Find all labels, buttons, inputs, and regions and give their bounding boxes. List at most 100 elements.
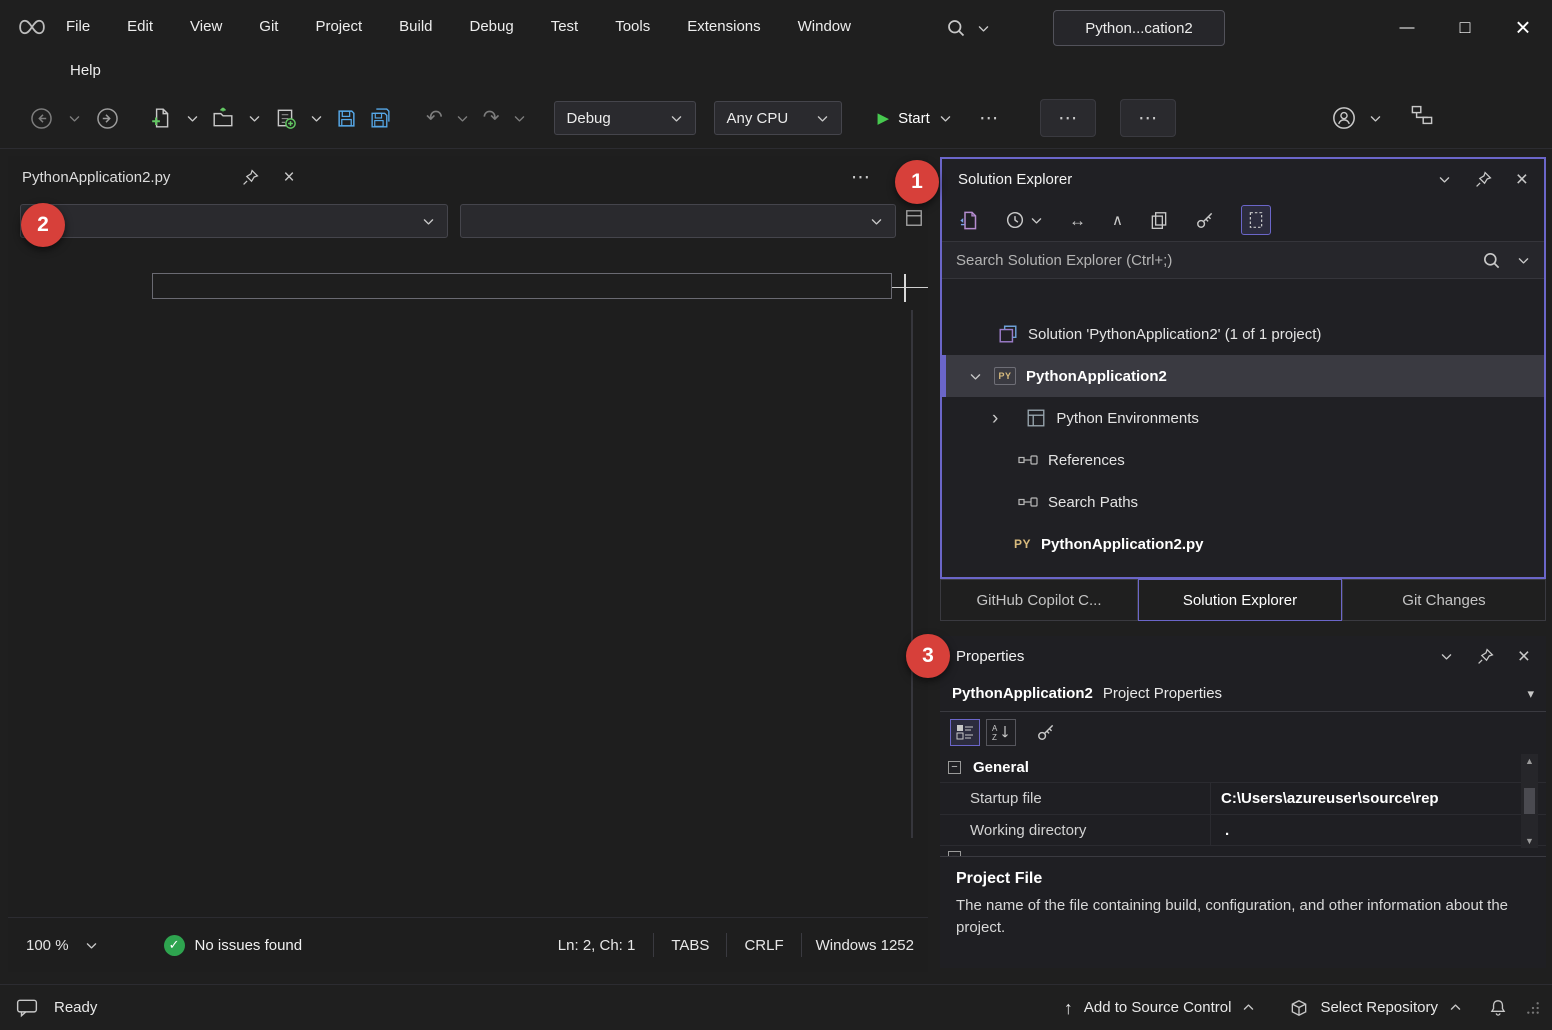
menu-view[interactable]: View — [190, 18, 222, 35]
menu-file[interactable]: File — [66, 18, 90, 35]
sync-with-active-document-icon[interactable] — [958, 210, 979, 231]
menu-help[interactable]: Help — [70, 62, 101, 79]
menu-tools[interactable]: Tools — [615, 18, 650, 35]
undo-button[interactable]: ↶ — [426, 99, 443, 137]
close-panel-icon[interactable]: × — [1516, 169, 1528, 190]
pin-panel-icon[interactable] — [1475, 171, 1492, 188]
solution-configurations-dropdown[interactable]: Debug — [554, 101, 696, 135]
navigate-back-dropdown[interactable] — [66, 99, 82, 137]
menu-extensions[interactable]: Extensions — [687, 18, 760, 35]
menu-test[interactable]: Test — [551, 18, 579, 35]
minimize-button[interactable]: — — [1378, 0, 1436, 54]
panel-options-chevron-icon[interactable] — [1440, 650, 1453, 663]
tab-git-changes[interactable]: Git Changes — [1342, 579, 1546, 621]
navigate-back-button[interactable] — [28, 99, 54, 137]
property-row-working-directory[interactable]: Working directory . — [940, 814, 1546, 846]
maximize-button[interactable]: □ — [1436, 0, 1494, 54]
tree-item-python-environments[interactable]: › Python Environments — [942, 397, 1544, 439]
show-all-files-button[interactable] — [1241, 205, 1271, 235]
collapse-all-icon[interactable]: ∧ — [1112, 213, 1123, 228]
title-search-button[interactable] — [946, 13, 990, 43]
select-repository-button[interactable]: Select Repository — [1289, 998, 1462, 1018]
new-file-button[interactable] — [150, 99, 172, 137]
close-tab-icon[interactable]: × — [283, 168, 294, 187]
resize-grip[interactable] — [1526, 1001, 1540, 1015]
editor-scrollbar[interactable] — [911, 310, 913, 838]
start-debugging-button[interactable]: ▶ Start — [878, 110, 952, 127]
tree-item-references[interactable]: References — [942, 439, 1544, 481]
redo-dropdown[interactable] — [512, 99, 528, 137]
history-filter-button[interactable] — [1005, 210, 1043, 230]
grid-scrollbar[interactable]: ▲ ▼ — [1521, 754, 1538, 848]
tree-item-project[interactable]: PY PythonApplication2 — [942, 355, 1544, 397]
tab-pythonapplication2[interactable]: PythonApplication2.py × — [22, 168, 295, 187]
solution-platforms-dropdown[interactable]: Any CPU — [714, 101, 842, 135]
solution-search-input[interactable] — [956, 252, 1482, 269]
toolbar-group-overflow-2[interactable]: ⋯ — [1120, 99, 1176, 137]
open-file-dropdown[interactable] — [246, 99, 262, 137]
tree-item-search-paths[interactable]: Search Paths — [942, 481, 1544, 523]
categorized-view-button[interactable] — [950, 719, 980, 746]
encoding[interactable]: Windows 1252 — [802, 937, 928, 954]
scrollbar-thumb[interactable] — [1524, 788, 1535, 814]
preview-selected-items-icon[interactable] — [1149, 210, 1169, 230]
feedback-button[interactable]: Ready — [16, 998, 97, 1018]
category-row-general[interactable]: − General — [940, 752, 1546, 782]
property-pages-button[interactable] — [1036, 722, 1056, 742]
document-outline-icon[interactable] — [904, 208, 924, 228]
caret-position[interactable]: Ln: 2, Ch: 1 — [540, 937, 654, 954]
property-value[interactable]: . — [1210, 815, 1546, 845]
issues-indicator[interactable]: ✓ No issues found — [164, 935, 303, 956]
tree-collapsed-chevron-icon[interactable]: › — [992, 409, 998, 428]
search-icon[interactable] — [1482, 251, 1501, 270]
tree-expanded-chevron-icon[interactable] — [969, 370, 982, 383]
line-ending[interactable]: CRLF — [727, 937, 800, 954]
close-panel-icon[interactable]: × — [1518, 646, 1530, 667]
save-all-button[interactable] — [369, 99, 392, 137]
chevron-down-icon[interactable] — [1517, 254, 1530, 267]
close-button[interactable]: × — [1494, 0, 1552, 54]
tree-item-solution[interactable]: Solution 'PythonApplication2' (1 of 1 pr… — [942, 313, 1544, 355]
add-new-item-button[interactable] — [274, 99, 296, 137]
redo-button[interactable]: ↷ — [483, 99, 500, 137]
tree-item-python-file[interactable]: PY PythonApplication2.py — [942, 523, 1544, 565]
save-button[interactable] — [336, 99, 357, 137]
menu-build[interactable]: Build — [399, 18, 432, 35]
pin-panel-icon[interactable] — [1477, 648, 1494, 665]
toolbar-overflow-button[interactable]: ⋯ — [972, 99, 1006, 137]
open-file-button[interactable] — [212, 99, 234, 137]
navigate-forward-button[interactable] — [94, 99, 120, 137]
indent-mode[interactable]: TABS — [654, 937, 726, 954]
add-to-source-control-button[interactable]: ↑ Add to Source Control — [1064, 999, 1256, 1017]
tab-github-copilot[interactable]: GitHub Copilot C... — [940, 579, 1138, 621]
menu-git[interactable]: Git — [259, 18, 278, 35]
property-value[interactable]: C:\Users\azureuser\source\rep — [1210, 783, 1546, 814]
live-share-button[interactable] — [1331, 99, 1382, 137]
tab-solution-explorer[interactable]: Solution Explorer — [1138, 579, 1342, 621]
navigation-scope-dropdown[interactable] — [20, 204, 448, 238]
pin-tab-icon[interactable] — [242, 169, 259, 186]
scroll-up-icon[interactable]: ▲ — [1525, 756, 1534, 766]
navigation-member-dropdown[interactable] — [460, 204, 896, 238]
properties-object-dropdown[interactable]: PythonApplication2 Project Properties ▾ — [940, 676, 1546, 712]
scrollbar-splitter-handle[interactable] — [892, 287, 928, 288]
quick-search-box[interactable]: Python...cation2 — [1053, 10, 1225, 46]
menu-edit[interactable]: Edit — [127, 18, 153, 35]
menu-debug[interactable]: Debug — [470, 18, 514, 35]
share-button[interactable] — [1410, 103, 1434, 127]
menu-window[interactable]: Window — [798, 18, 851, 35]
notifications-bell-button[interactable] — [1488, 998, 1508, 1018]
tab-list-ellipsis-icon[interactable]: ⋯ — [851, 168, 870, 187]
new-file-dropdown[interactable] — [184, 99, 200, 137]
zoom-control[interactable]: 100 % — [26, 937, 98, 954]
panel-options-chevron-icon[interactable] — [1438, 173, 1451, 186]
switch-views-icon[interactable]: ↔ — [1069, 212, 1086, 229]
toolbar-group-overflow-1[interactable]: ⋯ — [1040, 99, 1096, 137]
properties-wrench-icon[interactable] — [1195, 210, 1215, 230]
property-row-startup-file[interactable]: Startup file C:\Users\azureuser\source\r… — [940, 782, 1546, 814]
collapse-category-icon[interactable]: − — [948, 761, 961, 774]
scroll-down-icon[interactable]: ▼ — [1525, 836, 1534, 846]
add-new-item-dropdown[interactable] — [308, 99, 324, 137]
alphabetical-view-button[interactable]: AZ — [986, 719, 1016, 746]
undo-dropdown[interactable] — [455, 99, 471, 137]
